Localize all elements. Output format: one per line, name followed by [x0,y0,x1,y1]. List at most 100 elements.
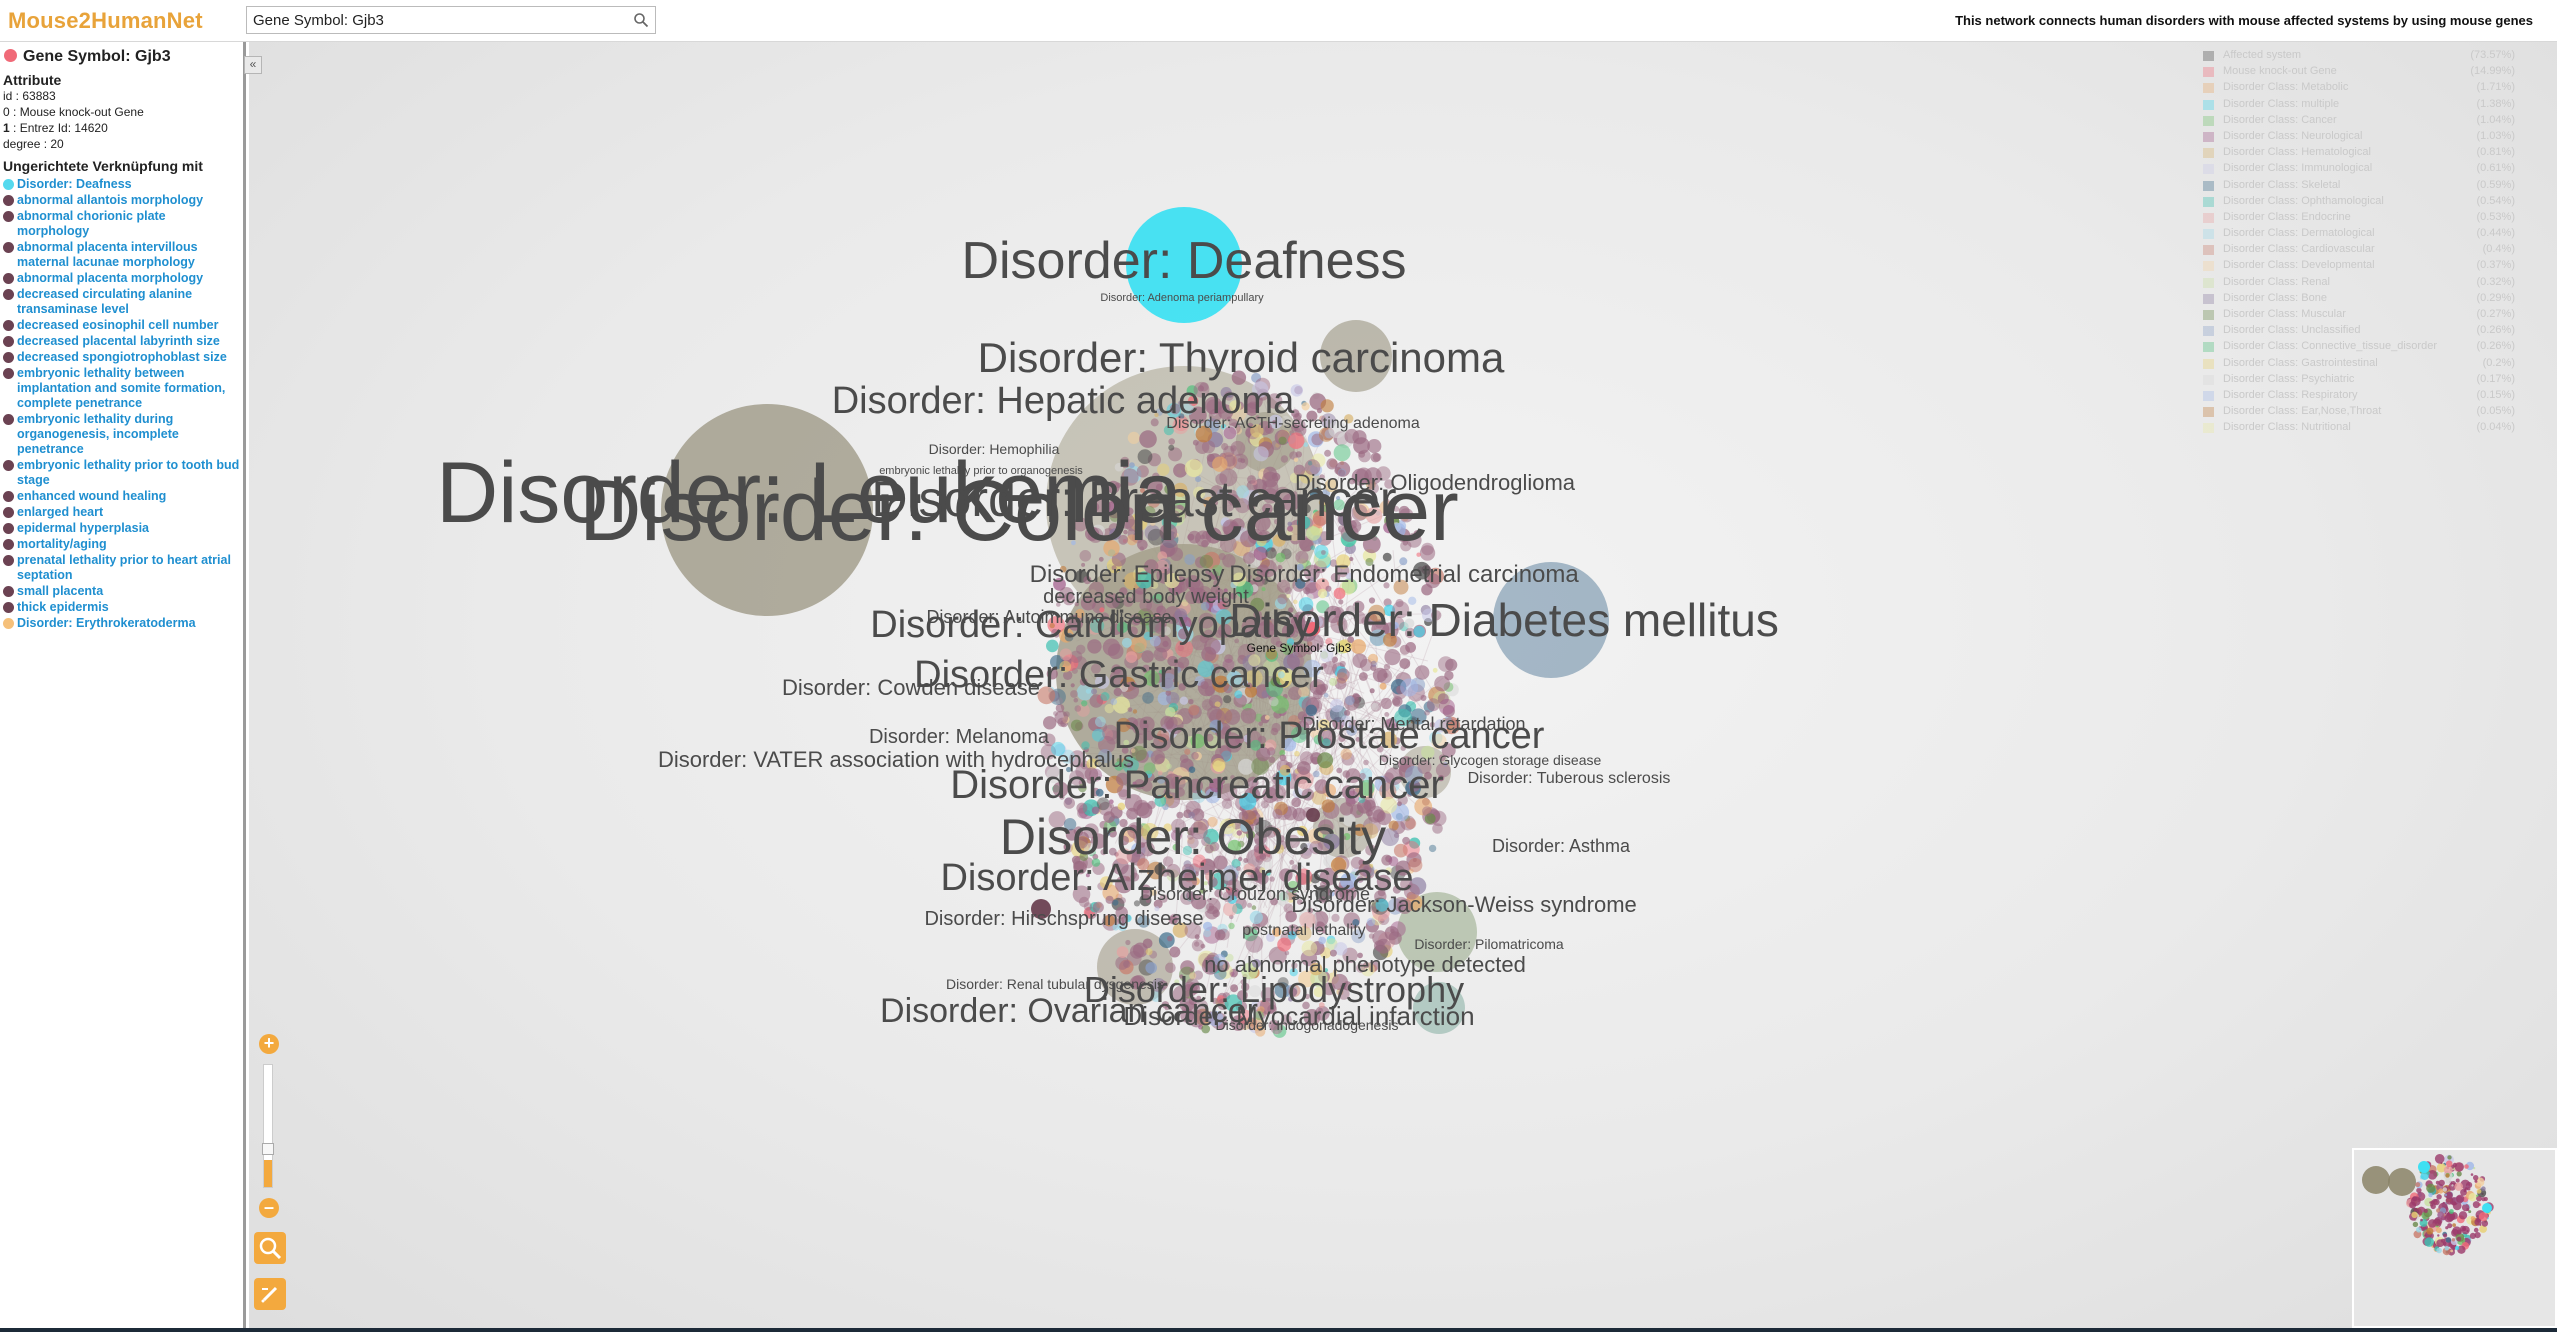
graph-node[interactable] [1432,823,1443,834]
graph-node[interactable] [1383,663,1391,671]
linked-node-label[interactable]: epidermal hyperplasia [17,521,149,535]
minimap-node[interactable] [2434,1154,2445,1164]
minimap-node[interactable] [2413,1207,2418,1212]
minimap-node[interactable] [2445,1226,2449,1230]
minimap-node[interactable] [2420,1218,2423,1222]
minimap-node[interactable] [2445,1173,2450,1178]
legend-item[interactable]: Disorder Class: Developmental (0.37%) [2203,258,2515,274]
linked-node-item[interactable]: embryonic lethality during organogenesis… [3,412,241,457]
linked-node-item[interactable]: Disorder: Erythrokeratoderma [3,616,241,631]
minimap-node[interactable] [2440,1162,2443,1165]
linked-node-label[interactable]: Disorder: Deafness [17,177,132,191]
linked-node-label[interactable]: mortality/aging [17,537,107,551]
minimap-node[interactable] [2443,1233,2448,1238]
graph-node[interactable] [1223,902,1238,917]
minimap-node[interactable] [2451,1184,2454,1187]
minimap-node[interactable] [2423,1208,2428,1213]
graph-node[interactable] [1345,695,1355,706]
graph-node[interactable] [1125,939,1131,946]
minimap-node[interactable] [2426,1183,2436,1193]
minimap-node[interactable] [2428,1219,2437,1228]
graph-node[interactable] [1402,836,1410,845]
minimap-node[interactable] [2466,1185,2469,1188]
graph-node-label[interactable]: Disorder: Hemophilia [929,441,1060,457]
linked-node-item[interactable]: decreased spongiotrophoblast size [3,350,241,365]
graph-node[interactable] [1383,672,1389,679]
linked-node-label[interactable]: embryonic lethality during organogenesis… [17,412,179,456]
minimap-node[interactable] [2447,1155,2452,1160]
legend-item[interactable]: Disorder Class: Bone (0.29%) [2203,291,2515,307]
minimap-node[interactable] [2470,1173,2474,1176]
minimap-node[interactable] [2482,1203,2492,1213]
graph-node[interactable] [1145,948,1153,956]
graph-node-label[interactable]: Disorder: VATER association with hydroce… [658,747,1134,772]
graph-node[interactable] [1287,432,1305,450]
linked-node-item[interactable]: abnormal allantois morphology [3,193,241,208]
graph-node[interactable] [1253,446,1269,462]
legend-item[interactable]: Disorder Class: Ophthamological (0.54%) [2203,194,2515,210]
linked-node-label[interactable]: embryonic lethality between implantation… [17,366,225,410]
graph-node[interactable] [1110,698,1118,705]
graph-node[interactable] [1277,937,1292,952]
minimap-node[interactable] [2435,1180,2440,1185]
graph-node[interactable] [1353,437,1370,454]
search-input[interactable] [247,7,629,33]
minimap-node[interactable] [2456,1171,2462,1177]
graph-node[interactable] [1188,704,1200,716]
minimap-node[interactable] [2454,1245,2460,1251]
graph-node[interactable] [1206,903,1215,912]
search-tool-button[interactable] [254,1232,286,1264]
minimap-node[interactable] [2436,1239,2445,1247]
graph-node-label[interactable]: Disorder: Autoimmune disease [926,607,1171,627]
minimap-node[interactable] [2438,1188,2444,1194]
legend-item[interactable]: Disorder Class: Metabolic (1.71%) [2203,80,2515,96]
graph-node[interactable] [1379,682,1387,690]
graph-node[interactable] [1115,956,1129,970]
graph-node[interactable] [1426,698,1440,712]
graph-node[interactable] [1384,649,1401,666]
graph-node[interactable] [1203,929,1212,938]
graph-node[interactable] [1104,703,1114,714]
graph-node[interactable] [1370,452,1381,463]
minimap-node[interactable] [2470,1216,2476,1221]
graph-node-label[interactable]: Disorder: Pilomatricoma [1414,936,1564,952]
graph-node[interactable] [1251,905,1257,910]
graph-node[interactable] [1324,449,1332,457]
legend-item[interactable]: Disorder Class: Immunological (0.61%) [2203,161,2515,177]
graph-node[interactable] [1230,445,1237,452]
graph-node-label[interactable]: Disorder: Renal tubular dysgenesis [946,976,1164,992]
minimap-node[interactable] [2442,1201,2445,1204]
legend-item[interactable]: Disorder Class: Neurological (1.03%) [2203,129,2515,145]
minimap-node[interactable] [2444,1193,2448,1197]
linked-node-label[interactable]: decreased circulating alanine transamina… [17,287,192,316]
graph-node[interactable] [1393,843,1408,858]
graph-node-label[interactable]: Disorder: Endometrial carcinoma [1229,561,1579,588]
app-title[interactable]: Mouse2HumanNet [8,8,203,34]
minimap-node[interactable] [2445,1177,2452,1184]
minimap-node[interactable] [2476,1194,2479,1197]
minimap[interactable] [2352,1148,2557,1328]
linked-node-label[interactable]: abnormal allantois morphology [17,193,203,207]
graph-node[interactable] [1095,716,1106,728]
linked-node-item[interactable]: prenatal lethality prior to heart atrial… [3,553,241,583]
graph-node-label[interactable]: Disorder: Thyroid carcinoma [978,334,1505,381]
minimap-node[interactable] [2445,1160,2453,1167]
graph-node[interactable] [1432,667,1438,673]
minimap-node[interactable] [2412,1221,2419,1228]
graph-node-label[interactable]: Disorder: Hirschsprung disease [924,908,1203,930]
minimap-node[interactable] [2476,1188,2482,1194]
legend-item[interactable]: Disorder Class: Endocrine (0.53%) [2203,210,2515,226]
collapse-sidebar-button[interactable]: « [244,56,262,74]
graph-node[interactable] [1268,756,1276,763]
minimap-node[interactable] [2449,1209,2454,1214]
legend-item[interactable]: Disorder Class: Skeletal (0.59%) [2203,178,2515,194]
graph-node-label[interactable]: Disorder: Cowden disease [782,675,1040,700]
graph-node[interactable] [1167,935,1173,942]
graph-node[interactable] [1074,705,1082,712]
linked-node-item[interactable]: decreased circulating alanine transamina… [3,287,241,317]
graph-node[interactable] [1278,436,1287,445]
minimap-node[interactable] [2452,1223,2456,1227]
linked-node-item[interactable]: thick epidermis [3,600,241,615]
graph-node[interactable] [1369,688,1375,694]
minimap-node[interactable] [2481,1197,2486,1202]
